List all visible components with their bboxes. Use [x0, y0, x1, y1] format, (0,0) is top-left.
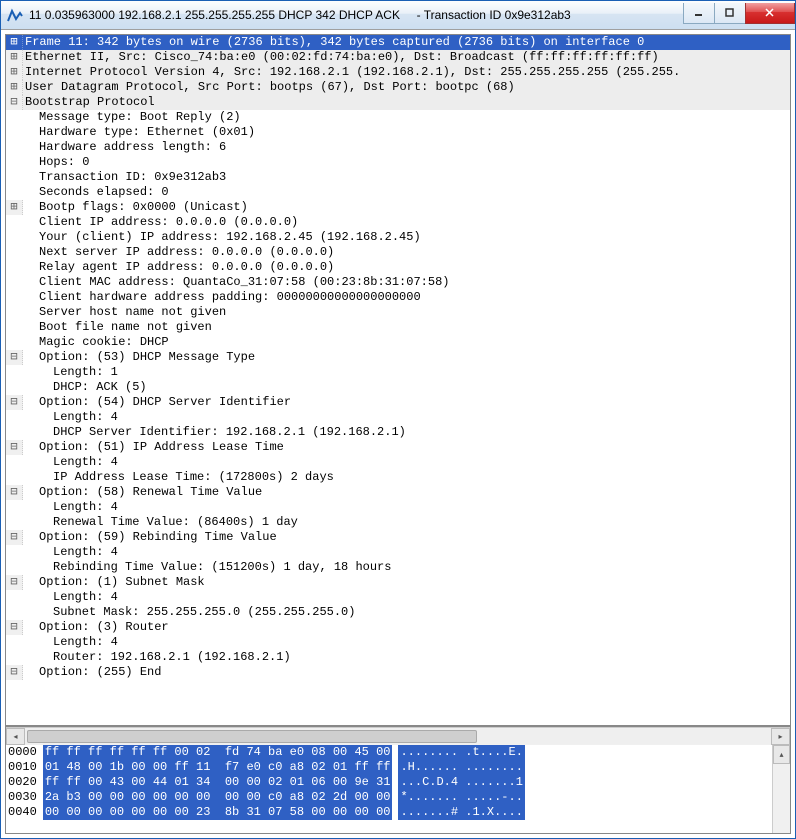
- tree-item[interactable]: Magic cookie: DHCP: [6, 335, 790, 350]
- tree-udp[interactable]: ⊞User Datagram Protocol, Src Port: bootp…: [6, 80, 790, 95]
- tree-bootp-flags[interactable]: ⊞Bootp flags: 0x0000 (Unicast): [6, 200, 790, 215]
- tree-option-255[interactable]: ⊟Option: (255) End: [6, 665, 790, 680]
- wireshark-icon: [7, 7, 23, 23]
- hex-ascii[interactable]: .......# .1.X....: [398, 805, 524, 820]
- tree-item[interactable]: Subnet Mask: 255.255.255.0 (255.255.255.…: [6, 605, 790, 620]
- tree-item[interactable]: Length: 4: [6, 410, 790, 425]
- tree-item[interactable]: IP Address Lease Time: (172800s) 2 days: [6, 470, 790, 485]
- tree-option-54[interactable]: ⊟Option: (54) DHCP Server Identifier: [6, 395, 790, 410]
- collapse-icon[interactable]: ⊟: [6, 665, 23, 680]
- tree-option-59[interactable]: ⊟Option: (59) Rebinding Time Value: [6, 530, 790, 545]
- tree-item[interactable]: Length: 4: [6, 635, 790, 650]
- scroll-track[interactable]: [25, 729, 771, 744]
- hex-bytes[interactable]: ff ff ff ff ff ff 00 02 fd 74 ba e0 08 0…: [43, 745, 393, 760]
- tree-item[interactable]: DHCP Server Identifier: 192.168.2.1 (192…: [6, 425, 790, 440]
- tree-item[interactable]: Next server IP address: 0.0.0.0 (0.0.0.0…: [6, 245, 790, 260]
- tree-option-53[interactable]: ⊟Option: (53) DHCP Message Type: [6, 350, 790, 365]
- tree-item[interactable]: Router: 192.168.2.1 (192.168.2.1): [6, 650, 790, 665]
- tree-item[interactable]: Message type: Boot Reply (2): [6, 110, 790, 125]
- collapse-icon[interactable]: ⊟: [6, 575, 23, 590]
- collapse-icon[interactable]: ⊟: [6, 485, 23, 500]
- tree-item[interactable]: Client MAC address: QuantaCo_31:07:58 (0…: [6, 275, 790, 290]
- horizontal-scrollbar[interactable]: ◂ ▸: [6, 727, 790, 745]
- collapse-icon[interactable]: ⊟: [6, 530, 23, 545]
- titlebar[interactable]: 11 0.035963000 192.168.2.1 255.255.255.2…: [1, 1, 795, 30]
- hex-ascii[interactable]: ...C.D.4 .......1: [398, 775, 524, 790]
- expand-icon[interactable]: ⊞: [6, 65, 23, 80]
- tree-item[interactable]: Server host name not given: [6, 305, 790, 320]
- tree-ip[interactable]: ⊞Internet Protocol Version 4, Src: 192.1…: [6, 65, 790, 80]
- tree-item[interactable]: Hardware address length: 6: [6, 140, 790, 155]
- scroll-left-button[interactable]: ◂: [6, 728, 25, 745]
- content-area: ⊞Frame 11: 342 bytes on wire (2736 bits)…: [5, 34, 791, 834]
- vertical-scrollbar[interactable]: ▴: [772, 745, 790, 833]
- tree-item[interactable]: Client hardware address padding: 0000000…: [6, 290, 790, 305]
- hex-row[interactable]: 004000 00 00 00 00 00 00 23 8b 31 07 58 …: [6, 805, 772, 820]
- hex-offset: 0030: [6, 790, 43, 805]
- tree-frame[interactable]: ⊞Frame 11: 342 bytes on wire (2736 bits)…: [6, 35, 790, 50]
- tree-item[interactable]: Client IP address: 0.0.0.0 (0.0.0.0): [6, 215, 790, 230]
- tree-item[interactable]: Rebinding Time Value: (151200s) 1 day, 1…: [6, 560, 790, 575]
- hex-row[interactable]: 0000ff ff ff ff ff ff 00 02 fd 74 ba e0 …: [6, 745, 772, 760]
- packet-details-pane[interactable]: ⊞Frame 11: 342 bytes on wire (2736 bits)…: [6, 35, 790, 727]
- packet-bytes-pane[interactable]: 0000ff ff ff ff ff ff 00 02 fd 74 ba e0 …: [6, 745, 772, 833]
- hex-ascii[interactable]: ........ .t....E.: [398, 745, 524, 760]
- hex-offset: 0020: [6, 775, 43, 790]
- hex-offset: 0010: [6, 760, 43, 775]
- hex-bytes[interactable]: 00 00 00 00 00 00 00 23 8b 31 07 58 00 0…: [43, 805, 393, 820]
- expand-icon[interactable]: ⊞: [6, 35, 23, 50]
- maximize-button[interactable]: [714, 3, 746, 24]
- scroll-right-button[interactable]: ▸: [771, 728, 790, 745]
- collapse-icon[interactable]: ⊟: [6, 620, 23, 635]
- tree-item[interactable]: Hops: 0: [6, 155, 790, 170]
- hex-row[interactable]: 001001 48 00 1b 00 00 ff 11 f7 e0 c0 a8 …: [6, 760, 772, 775]
- scroll-thumb[interactable]: [27, 730, 477, 743]
- hex-bytes[interactable]: ff ff 00 43 00 44 01 34 00 00 02 01 06 0…: [43, 775, 393, 790]
- tree-item[interactable]: Length: 4: [6, 455, 790, 470]
- tree-item[interactable]: Length: 1: [6, 365, 790, 380]
- tree-item[interactable]: Length: 4: [6, 590, 790, 605]
- close-button[interactable]: [745, 3, 795, 24]
- tree-item[interactable]: DHCP: ACK (5): [6, 380, 790, 395]
- tree-item[interactable]: Seconds elapsed: 0: [6, 185, 790, 200]
- tree-option-1[interactable]: ⊟Option: (1) Subnet Mask: [6, 575, 790, 590]
- scroll-up-button[interactable]: ▴: [773, 745, 790, 764]
- hex-offset: 0000: [6, 745, 43, 760]
- hex-ascii[interactable]: *....... .....-..: [398, 790, 524, 805]
- tree-option-51[interactable]: ⊟Option: (51) IP Address Lease Time: [6, 440, 790, 455]
- hex-bytes[interactable]: 2a b3 00 00 00 00 00 00 00 00 c0 a8 02 2…: [43, 790, 393, 805]
- tree-item[interactable]: Your (client) IP address: 192.168.2.45 (…: [6, 230, 790, 245]
- tree-option-3[interactable]: ⊟Option: (3) Router: [6, 620, 790, 635]
- app-window: 11 0.035963000 192.168.2.1 255.255.255.2…: [0, 0, 796, 839]
- window-title: 11 0.035963000 192.168.2.1 255.255.255.2…: [29, 8, 684, 22]
- tree-ethernet[interactable]: ⊞Ethernet II, Src: Cisco_74:ba:e0 (00:02…: [6, 50, 790, 65]
- tree-item[interactable]: Relay agent IP address: 0.0.0.0 (0.0.0.0…: [6, 260, 790, 275]
- hex-ascii[interactable]: .H...... ........: [398, 760, 524, 775]
- hex-row[interactable]: 00302a b3 00 00 00 00 00 00 00 00 c0 a8 …: [6, 790, 772, 805]
- collapse-icon[interactable]: ⊟: [6, 95, 23, 110]
- expand-icon[interactable]: ⊞: [6, 200, 23, 215]
- tree-item[interactable]: Length: 4: [6, 500, 790, 515]
- minimize-button[interactable]: [683, 3, 715, 24]
- window-controls: [684, 3, 795, 23]
- hex-offset: 0040: [6, 805, 43, 820]
- hex-row[interactable]: 0020ff ff 00 43 00 44 01 34 00 00 02 01 …: [6, 775, 772, 790]
- tree-item[interactable]: Renewal Time Value: (86400s) 1 day: [6, 515, 790, 530]
- tree-bootp[interactable]: ⊟Bootstrap Protocol: [6, 95, 790, 110]
- tree-option-58[interactable]: ⊟Option: (58) Renewal Time Value: [6, 485, 790, 500]
- expand-icon[interactable]: ⊞: [6, 50, 23, 65]
- hex-bytes[interactable]: 01 48 00 1b 00 00 ff 11 f7 e0 c0 a8 02 0…: [43, 760, 393, 775]
- collapse-icon[interactable]: ⊟: [6, 440, 23, 455]
- tree-item[interactable]: Transaction ID: 0x9e312ab3: [6, 170, 790, 185]
- collapse-icon[interactable]: ⊟: [6, 395, 23, 410]
- expand-icon[interactable]: ⊞: [6, 80, 23, 95]
- tree-item[interactable]: Hardware type: Ethernet (0x01): [6, 125, 790, 140]
- tree-item[interactable]: Length: 4: [6, 545, 790, 560]
- tree-item[interactable]: Boot file name not given: [6, 320, 790, 335]
- collapse-icon[interactable]: ⊟: [6, 350, 23, 365]
